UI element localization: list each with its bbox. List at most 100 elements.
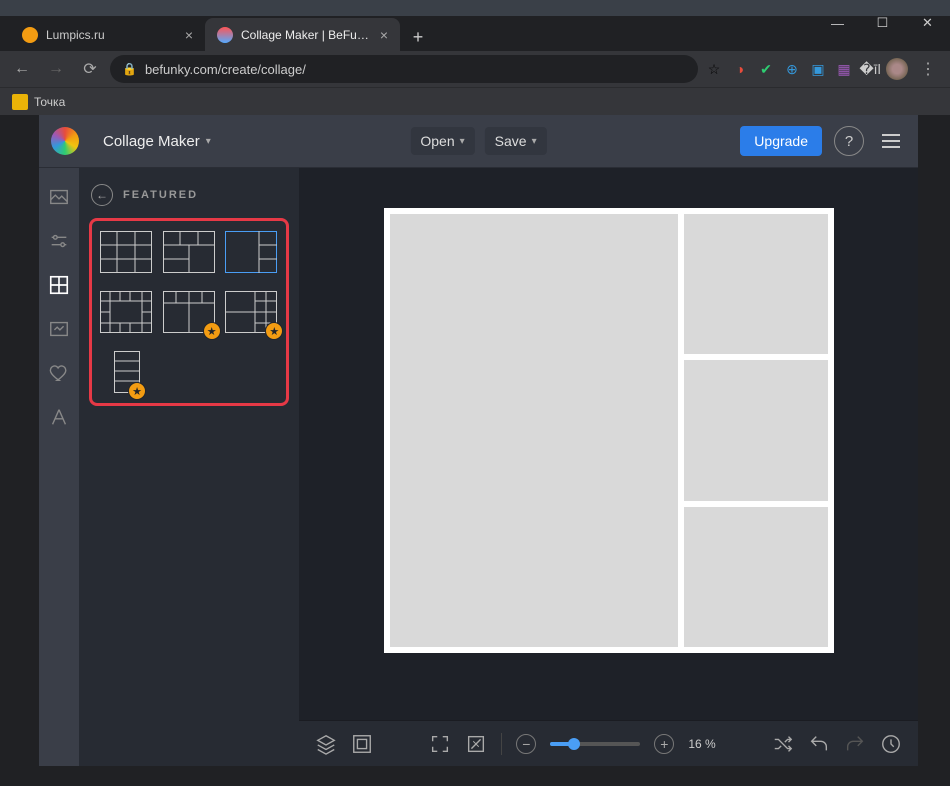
grid-view-icon[interactable] (351, 733, 373, 755)
app-body: ← FEATURED ★ ★ ★ (39, 168, 918, 766)
template-1-plus-3[interactable] (225, 231, 277, 273)
window-controls: — ☐ ✕ (815, 8, 950, 38)
zoom-percent: 16 % (688, 737, 715, 751)
highlight-box: ★ ★ ★ (89, 218, 289, 406)
save-menu[interactable]: Save ▾ (485, 127, 547, 155)
undo-icon[interactable] (808, 733, 830, 755)
url-input[interactable]: 🔒 befunky.com/create/collage/ (110, 55, 698, 83)
close-window-button[interactable]: ✕ (905, 8, 950, 38)
settings-icon[interactable] (48, 230, 70, 252)
zoom-slider[interactable] (550, 742, 640, 746)
text-icon[interactable] (48, 406, 70, 428)
template-top-strip[interactable]: ★ (163, 291, 215, 333)
save-label: Save (495, 133, 527, 149)
tab-strip: Lumpics.ru × Collage Maker | BeFunky: Cr… (0, 16, 950, 51)
titlebar (0, 0, 950, 16)
help-button[interactable]: ? (834, 126, 864, 156)
zoom-thumb[interactable] (568, 738, 580, 750)
favicon (217, 27, 233, 43)
upgrade-button[interactable]: Upgrade (740, 126, 822, 156)
browser-window: — ☐ ✕ Lumpics.ru × Collage Maker | BeFun… (0, 0, 950, 786)
minimize-button[interactable]: — (815, 8, 860, 38)
template-mixed-1[interactable] (163, 231, 215, 273)
browser-menu-button[interactable]: ⋮ (914, 55, 942, 83)
zoom-in-button[interactable]: + (654, 734, 674, 754)
bottom-toolbar: − + 16 % (299, 720, 918, 766)
mode-label: Collage Maker (103, 133, 200, 150)
premium-star-icon: ★ (203, 322, 221, 340)
open-menu[interactable]: Open ▾ (410, 127, 474, 155)
hamburger-menu[interactable] (876, 126, 906, 156)
open-label: Open (420, 133, 454, 149)
new-tab-button[interactable]: + (404, 23, 432, 51)
collage-cell-small[interactable] (684, 507, 828, 647)
bookmark-favicon (12, 94, 28, 110)
template-right-strip[interactable]: ★ (225, 291, 277, 333)
template-grid: ★ ★ ★ (100, 231, 278, 393)
extension-icon[interactable]: ✔ (756, 59, 776, 79)
reload-button[interactable]: ⟳ (76, 55, 104, 83)
template-border-grid[interactable] (100, 291, 152, 333)
befunky-logo[interactable] (51, 127, 79, 155)
collage-artboard[interactable] (384, 208, 834, 653)
top-right-controls: Upgrade ? (740, 126, 906, 156)
premium-star-icon: ★ (265, 322, 283, 340)
collage-cell-large[interactable] (390, 214, 678, 647)
lock-icon: 🔒 (122, 62, 137, 76)
tool-rail (39, 168, 79, 766)
fullscreen-icon[interactable] (465, 733, 487, 755)
extension-icon[interactable]: ◑ (730, 59, 750, 79)
zoom-out-button[interactable]: − (516, 734, 536, 754)
address-bar: ← → ⟳ 🔒 befunky.com/create/collage/ ☆ ◑ … (0, 51, 950, 87)
upgrade-label: Upgrade (754, 133, 808, 149)
browser-tab-befunky[interactable]: Collage Maker | BeFunky: Create × (205, 18, 400, 51)
patterns-icon[interactable] (48, 318, 70, 340)
layers-icon[interactable] (315, 733, 337, 755)
layouts-icon[interactable] (48, 274, 70, 296)
tab-title: Collage Maker | BeFunky: Create (241, 28, 372, 42)
chevron-down-icon: ▾ (206, 136, 211, 147)
template-vertical-strip[interactable]: ★ (114, 351, 140, 393)
bookmarks-bar: Точка (0, 87, 950, 115)
profile-avatar[interactable] (886, 58, 908, 80)
separator (501, 733, 502, 755)
mode-dropdown[interactable]: Collage Maker ▾ (93, 127, 221, 156)
panel-header: ← FEATURED (89, 184, 289, 206)
history-icon[interactable] (880, 733, 902, 755)
extension-icon[interactable]: ⊕ (782, 59, 802, 79)
collage-cell-small[interactable] (684, 360, 828, 500)
extension-icon[interactable]: ▦ (834, 59, 854, 79)
collage-cell-small[interactable] (684, 214, 828, 354)
canvas-area[interactable] (299, 168, 918, 766)
layout-panel: ← FEATURED ★ ★ ★ (79, 168, 299, 766)
redo-icon[interactable] (844, 733, 866, 755)
collage-column-right (684, 214, 828, 647)
favicon (22, 27, 38, 43)
browser-tab-lumpics[interactable]: Lumpics.ru × (10, 18, 205, 51)
template-grid-3x3[interactable] (100, 231, 152, 273)
panel-title: FEATURED (123, 189, 198, 201)
tab-title: Lumpics.ru (46, 28, 177, 42)
premium-star-icon: ★ (128, 382, 146, 400)
close-tab-icon[interactable]: × (380, 27, 388, 43)
top-center-menu: Open ▾ Save ▾ (410, 127, 546, 155)
favorites-icon[interactable] (48, 362, 70, 384)
extensions: ☆ ◑ ✔ ⊕ ▣ ▦ (704, 59, 854, 79)
app-top-bar: Collage Maker ▾ Open ▾ Save ▾ Upgrade ? (39, 115, 918, 168)
back-button[interactable]: ← (8, 55, 36, 83)
image-manager-icon[interactable] (48, 186, 70, 208)
fit-screen-icon[interactable] (429, 733, 451, 755)
star-icon[interactable]: ☆ (704, 59, 724, 79)
bookmark-item[interactable]: Точка (34, 95, 65, 109)
close-tab-icon[interactable]: × (185, 27, 193, 43)
reading-list-icon[interactable]: �īl (860, 59, 880, 79)
shuffle-icon[interactable] (772, 733, 794, 755)
chevron-down-icon: ▾ (460, 136, 465, 147)
app-frame: Collage Maker ▾ Open ▾ Save ▾ Upgrade ? (39, 115, 918, 766)
maximize-button[interactable]: ☐ (860, 8, 905, 38)
chevron-down-icon: ▾ (532, 136, 537, 147)
forward-button: → (42, 55, 70, 83)
url-text: befunky.com/create/collage/ (145, 62, 306, 77)
panel-back-button[interactable]: ← (91, 184, 113, 206)
extension-icon[interactable]: ▣ (808, 59, 828, 79)
